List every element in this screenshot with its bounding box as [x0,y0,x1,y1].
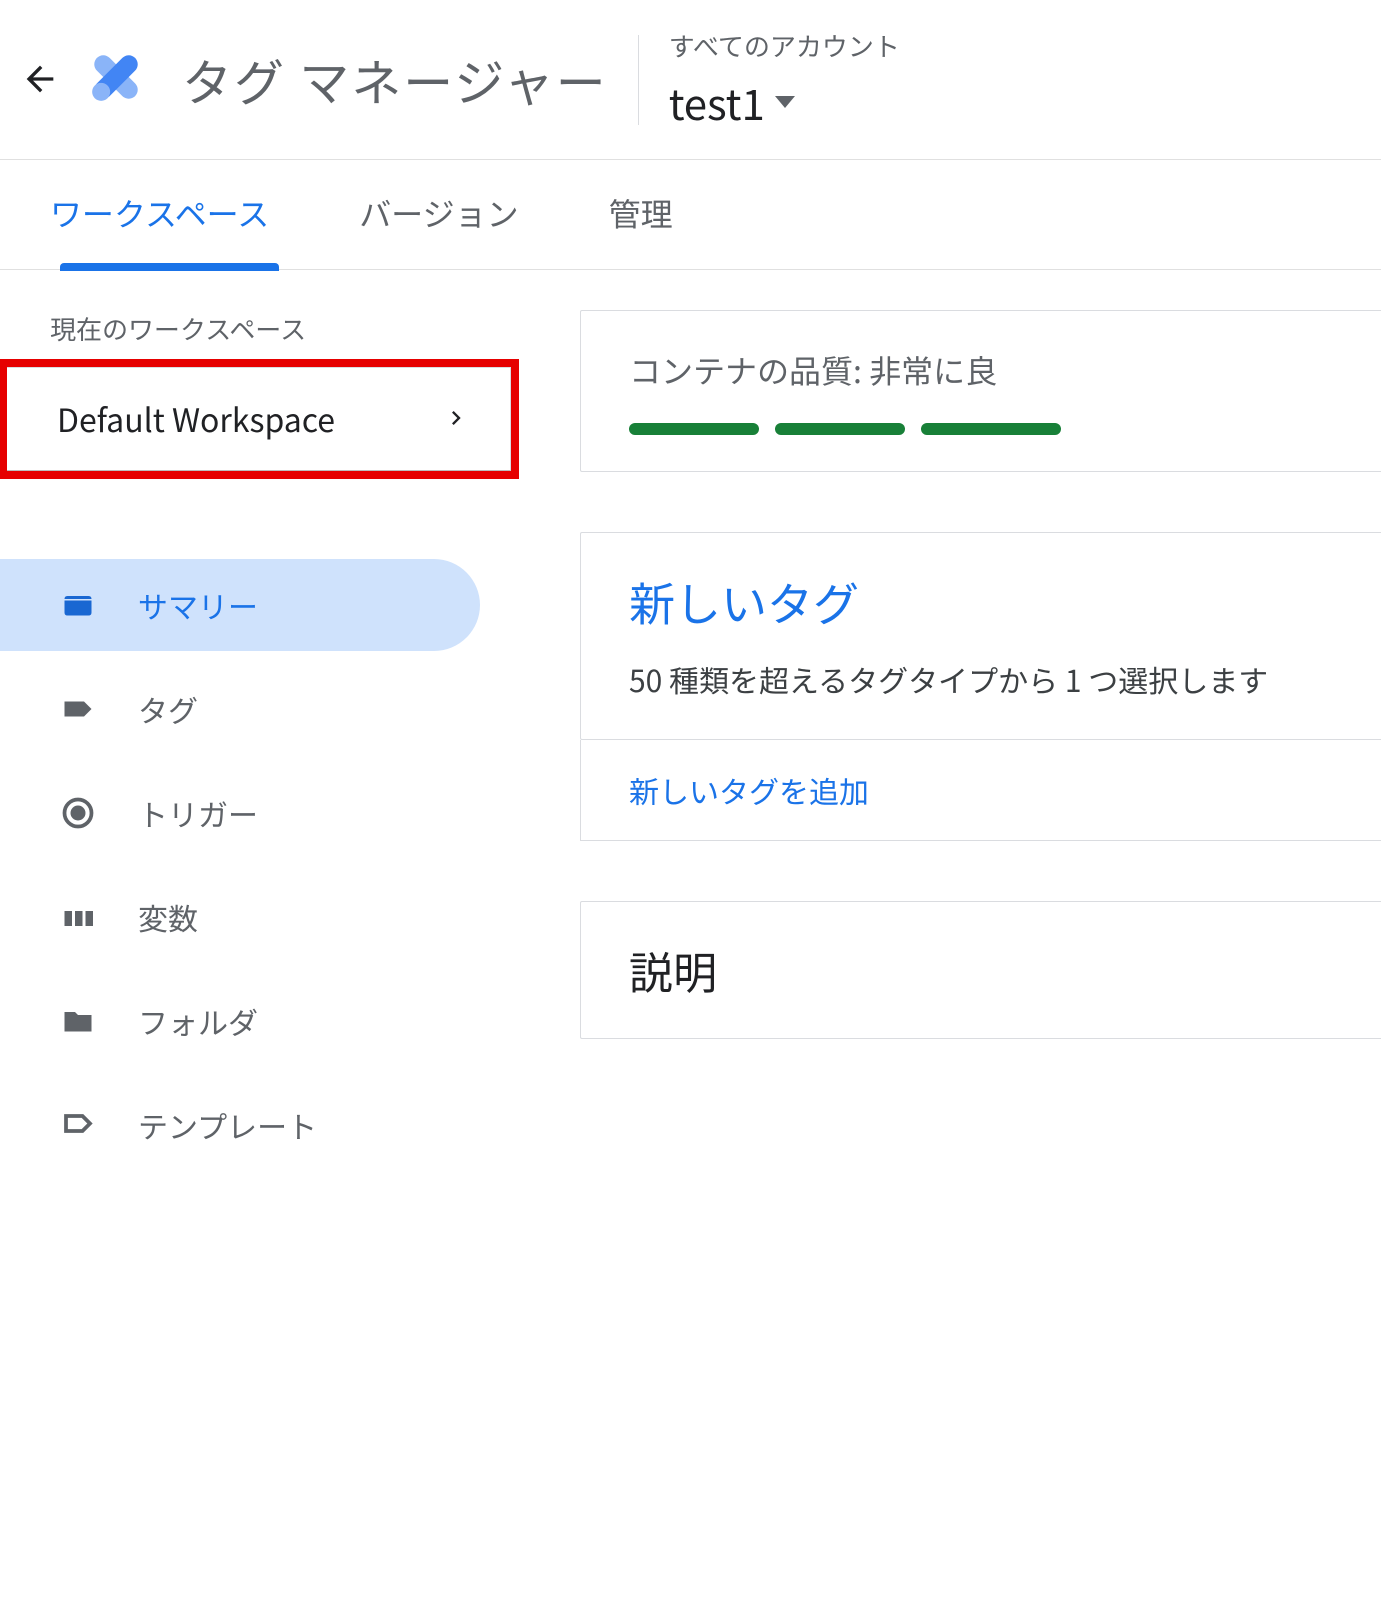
quality-bar-segment [921,423,1061,435]
sidebar-item-label: 変数 [138,895,198,939]
sidebar-item-folders[interactable]: フォルダ [0,975,480,1067]
template-icon [58,1107,98,1143]
main-content: コンテナの品質: 非常に良 新しいタグ 50 種類を超えるタグタイプから 1 つ… [520,310,1381,1183]
new-tag-title: 新しいタグ [629,569,1333,635]
quality-bars [629,423,1333,435]
tab-version[interactable]: バージョン [359,190,518,269]
sidebar-item-label: タグ [138,687,198,731]
sidebar-item-label: サマリー [138,583,258,627]
description-card: 説明 [580,901,1381,1039]
workspace-selector[interactable]: Default Workspace [7,367,511,471]
account-label: すべてのアカウント [669,27,900,64]
quality-label: コンテナの品質: 非常に良 [629,347,1333,393]
add-new-tag-link[interactable]: 新しいタグを追加 [580,740,1381,841]
sidebar-item-label: テンプレート [138,1103,317,1147]
tag-icon [58,691,98,727]
arrow-left-icon [20,59,60,99]
sidebar: 現在のワークスペース Default Workspace サマリー タグ [0,310,520,1183]
quality-bar-segment [775,423,905,435]
sidebar-item-summary[interactable]: サマリー [0,559,480,651]
sidebar-item-label: トリガー [138,791,258,835]
header-divider [638,35,639,125]
tag-manager-logo-icon [80,41,152,118]
main-tabs: ワークスペース バージョン 管理 [0,160,1381,270]
sidebar-nav: サマリー タグ トリガー 変数 [0,559,520,1171]
caret-down-icon [775,96,795,108]
chevron-right-icon [442,396,470,442]
account-block: すべてのアカウント test1 [669,27,900,133]
summary-icon [58,587,98,623]
highlight-annotation: Default Workspace [0,359,519,479]
sidebar-item-tags[interactable]: タグ [0,663,480,755]
container-quality-card: コンテナの品質: 非常に良 [580,310,1381,472]
description-title: 説明 [629,938,1333,1002]
folder-icon [58,1003,98,1039]
back-button[interactable] [10,48,80,112]
sidebar-item-label: フォルダ [138,999,258,1043]
sidebar-item-variables[interactable]: 変数 [0,871,480,963]
workspace-name: Default Workspace [57,396,335,442]
quality-bar-segment [629,423,759,435]
new-tag-card-stack: 新しいタグ 50 種類を超えるタグタイプから 1 つ選択します 新しいタグを追加 [580,532,1381,841]
tab-admin[interactable]: 管理 [609,190,673,269]
logo-block: タグ マネージャー [80,41,608,118]
sidebar-item-triggers[interactable]: トリガー [0,767,480,859]
new-tag-card: 新しいタグ 50 種類を超えるタグタイプから 1 つ選択します [580,532,1381,740]
new-tag-description: 50 種類を超えるタグタイプから 1 つ選択します [629,655,1333,703]
account-selector[interactable]: test1 [669,72,900,133]
trigger-icon [58,795,98,831]
app-title: タグ マネージャー [182,44,608,116]
variable-icon [58,899,98,935]
app-header: タグ マネージャー すべてのアカウント test1 [0,0,1381,160]
sidebar-item-templates[interactable]: テンプレート [0,1079,480,1171]
account-name: test1 [669,72,765,133]
tab-workspace[interactable]: ワークスペース [50,190,269,269]
body: 現在のワークスペース Default Workspace サマリー タグ [0,270,1381,1183]
